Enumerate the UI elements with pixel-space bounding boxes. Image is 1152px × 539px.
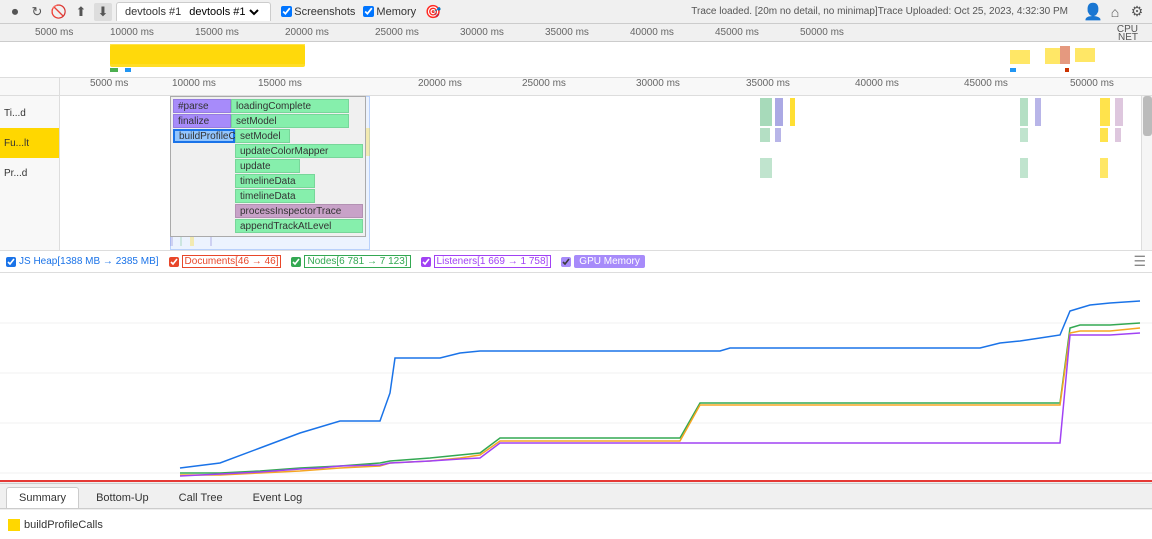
flame-row-2: buildProfileCalls setModel (173, 129, 363, 143)
flame-row-3: updateColorMapper (173, 144, 363, 158)
ruler-tick-0: 5000 ms (35, 27, 73, 38)
ruler-tick-1: 10000 ms (110, 27, 154, 38)
overview-ruler: 5000 ms 10000 ms 15000 ms 20000 ms 25000… (0, 24, 1152, 42)
counter-bar: JS Heap[1388 MB → 2385 MB] Documents[46 … (0, 251, 1152, 273)
flame-cell-loadingcomplete[interactable]: loadingComplete (231, 99, 349, 113)
nodes-checkbox[interactable] (291, 257, 301, 267)
counter-jsh[interactable]: JS Heap[1388 MB → 2385 MB] (6, 256, 159, 267)
tab-summary[interactable]: Summary (6, 487, 79, 508)
track-label-1: Fu...lt (0, 128, 59, 158)
flame-cell-update[interactable]: update (235, 159, 300, 173)
ruler-tick-4: 25000 ms (375, 27, 419, 38)
flame-row-0: #parse loadingComplete (173, 99, 363, 113)
ruler-tick-3: 20000 ms (285, 27, 329, 38)
devtools-tab-select[interactable]: devtools #1 (185, 5, 262, 19)
overview-svg (0, 42, 1152, 78)
docs-checkbox[interactable] (169, 257, 179, 267)
flame-row-5: timelineData (173, 174, 363, 188)
net-label: NET (1118, 32, 1138, 41)
checkbox-group: Screenshots Memory 🎯 (281, 3, 442, 21)
ruler-tick-7: 40000 ms (630, 27, 674, 38)
flame-cell-timelinedata-2[interactable]: timelineData (235, 189, 315, 203)
timeline-area: Ti...d Fu...lt Pr...d (0, 96, 1152, 251)
toolbar-icons: ⏺ ↻ 🚫 ⬆ ⬇ (6, 3, 112, 21)
track-label-2: Pr...d (0, 158, 59, 188)
flame-cell-setmodel-2[interactable]: setModel (235, 129, 290, 143)
chart-baseline (0, 480, 1152, 482)
gpu-checkbox[interactable] (561, 257, 571, 267)
flame-row-7: processInspectorTrace (173, 204, 363, 218)
memory-checkbox-label[interactable]: Memory (363, 6, 416, 18)
jsh-checkbox[interactable] (6, 257, 16, 267)
flamechart-popup: #parse loadingComplete finalize setModel… (170, 96, 366, 237)
upload-button[interactable]: ⬆ (72, 3, 90, 21)
gpu-label: GPU Memory (574, 255, 645, 268)
counter-listeners[interactable]: Listeners[1 669 → 1 758] (421, 255, 552, 268)
bottom-tabs: Summary Bottom-Up Call Tree Event Log (0, 483, 1152, 509)
track-labels: Ti...d Fu...lt Pr...d (0, 96, 60, 250)
tab-bottomup[interactable]: Bottom-Up (83, 487, 162, 508)
top-bar: ⏺ ↻ 🚫 ⬆ ⬇ devtools #1 devtools #1 Screen… (0, 0, 1152, 24)
capture-settings-button[interactable]: 🎯 (424, 3, 442, 21)
jsh-label: JS Heap[1388 MB → 2385 MB] (19, 256, 159, 267)
ruler-tick-8: 45000 ms (715, 27, 759, 38)
record-button[interactable]: ⏺ (6, 3, 24, 21)
overview-bar[interactable] (0, 42, 1152, 78)
flame-cell-updatecolormapper[interactable]: updateColorMapper (235, 144, 363, 158)
timeline-section: 5000 ms 10000 ms 15000 ms 20000 ms 25000… (0, 78, 1152, 251)
flame-cell-parse[interactable]: #parse (173, 99, 231, 113)
flame-cell-setmodel-1[interactable]: setModel (231, 114, 349, 128)
ruler-tick-5: 30000 ms (460, 27, 504, 38)
docs-label: Documents[46 → 46] (182, 255, 282, 268)
bottom-item-badge (8, 519, 20, 531)
timeline-tracks[interactable]: #parse loadingComplete finalize setModel… (60, 96, 1152, 250)
screenshots-checkbox[interactable] (281, 6, 292, 17)
flame-cell-appendtrackatLevel[interactable]: appendTrackAtLevel (235, 219, 363, 233)
flame-cell-processinspectortrace[interactable]: processInspectorTrace (235, 204, 363, 218)
nodes-line (180, 323, 1140, 473)
flame-cell-timelinedata-1[interactable]: timelineData (235, 174, 315, 188)
ruler-tick-6: 35000 ms (545, 27, 589, 38)
bottom-item-label: buildProfileCalls (24, 519, 103, 531)
counter-menu-icon[interactable]: ☰ (1133, 253, 1146, 270)
ruler-tick-2: 15000 ms (195, 27, 239, 38)
vertical-scrollbar[interactable] (1141, 96, 1152, 250)
chart-area[interactable] (0, 273, 1152, 483)
flame-cell-buildprofilecalls[interactable]: buildProfileCalls (173, 129, 235, 143)
download-button[interactable]: ⬇ (94, 3, 112, 21)
trace-info: Trace loaded. [20m no detail, no minimap… (691, 6, 1068, 17)
avatar-icon[interactable]: 👤 (1084, 3, 1102, 21)
tab-calltree[interactable]: Call Tree (166, 487, 236, 508)
flame-row-1: finalize setModel (173, 114, 363, 128)
memory-chart (0, 273, 1152, 482)
scroll-thumb[interactable] (1143, 96, 1152, 136)
docs-line (180, 328, 1140, 475)
clear-button[interactable]: 🚫 (50, 3, 68, 21)
flame-row-4: update (173, 159, 363, 173)
flame-cell-finalize[interactable]: finalize (173, 114, 231, 128)
nodes-label: Nodes[6 781 → 7 123] (304, 255, 410, 268)
counter-gpu[interactable]: GPU Memory (561, 255, 645, 268)
devtools-tab[interactable]: devtools #1 devtools #1 (116, 2, 271, 21)
timeline-ruler: 5000 ms 10000 ms 15000 ms 20000 ms 25000… (0, 78, 1152, 96)
home-icon[interactable]: ⌂ (1106, 3, 1124, 21)
refresh-button[interactable]: ↻ (28, 3, 46, 21)
flame-row-8: appendTrackAtLevel (173, 219, 363, 233)
devtools-tab-label: devtools #1 (125, 6, 181, 18)
listeners-checkbox[interactable] (421, 257, 431, 267)
screenshots-checkbox-label[interactable]: Screenshots (281, 6, 355, 18)
flame-row-6: timelineData (173, 189, 363, 203)
settings-icon[interactable]: ⚙ (1128, 3, 1146, 21)
track-label-0: Ti...d (0, 98, 59, 128)
bottom-content: buildProfileCalls (0, 509, 1152, 539)
listeners-label: Listeners[1 669 → 1 758] (434, 255, 552, 268)
ruler-tick-9: 50000 ms (800, 27, 844, 38)
tab-eventlog[interactable]: Event Log (240, 487, 316, 508)
memory-checkbox[interactable] (363, 6, 374, 17)
counter-nodes[interactable]: Nodes[6 781 → 7 123] (291, 255, 410, 268)
counter-docs[interactable]: Documents[46 → 46] (169, 255, 282, 268)
